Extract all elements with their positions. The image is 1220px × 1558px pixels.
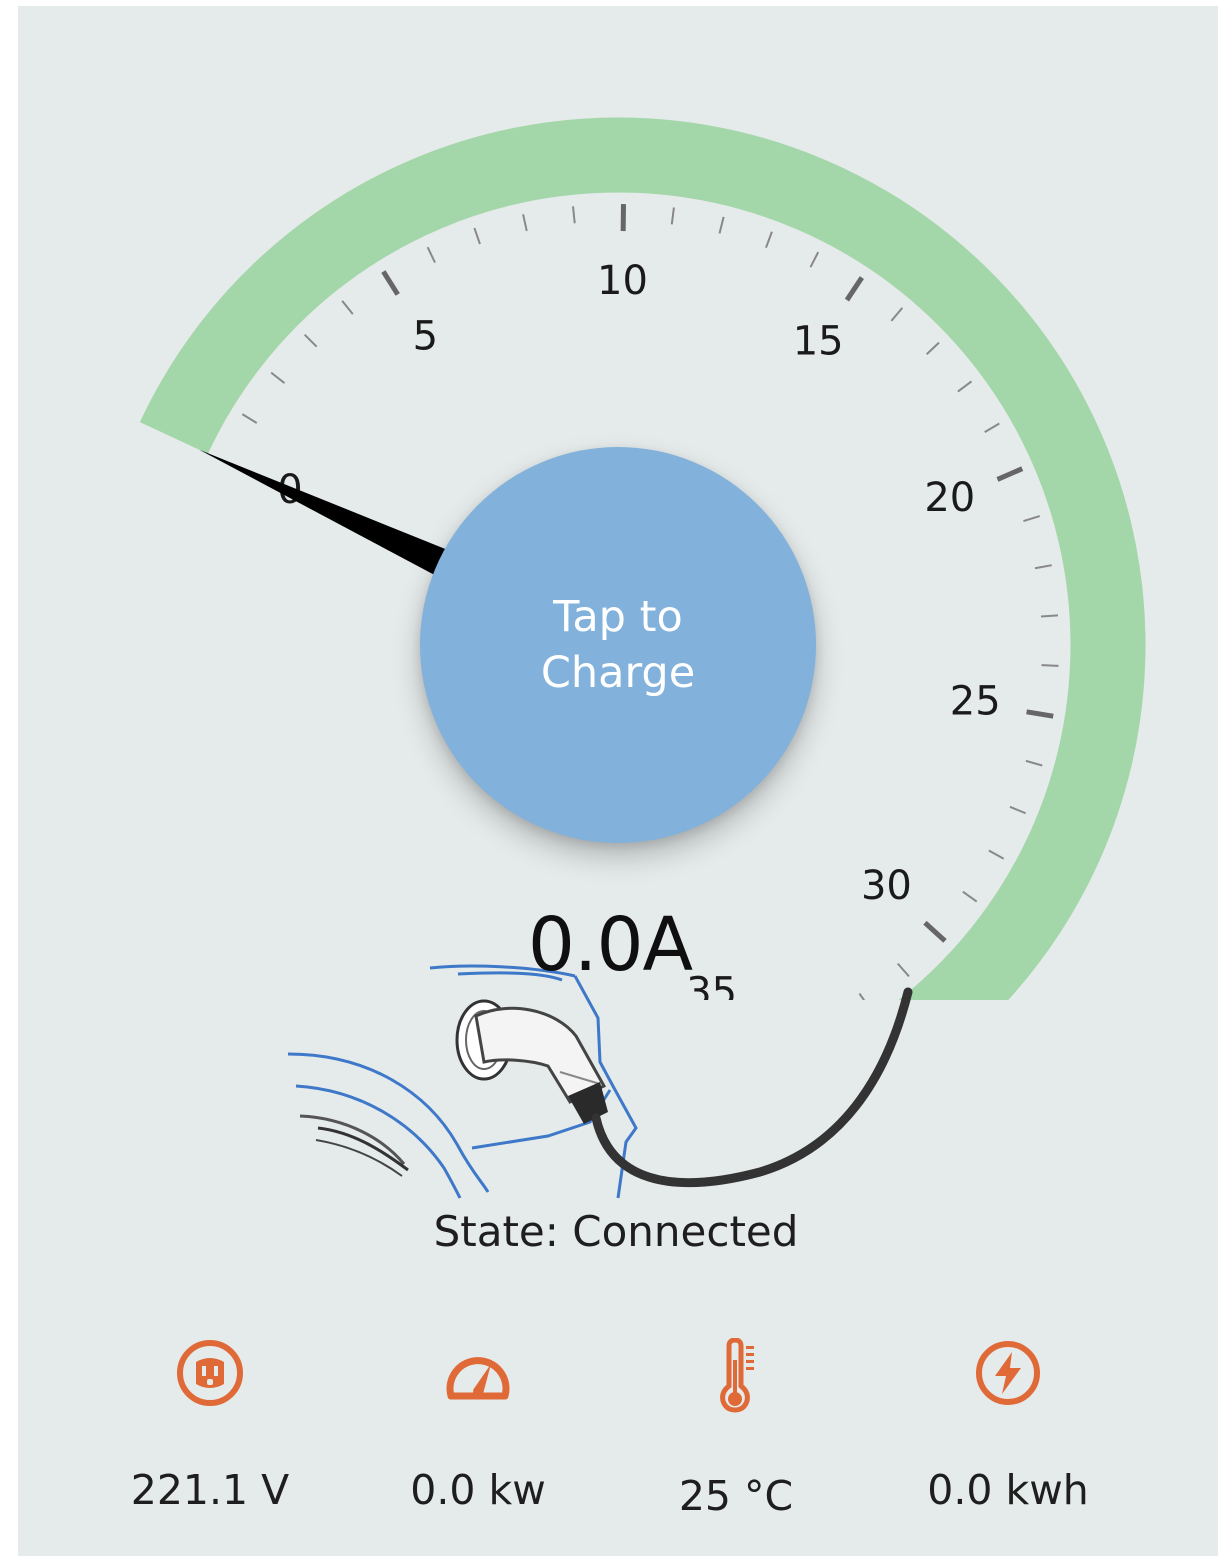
charging-state: State: Connected	[433, 1207, 799, 1256]
current-readout: 0.0A	[527, 902, 693, 988]
power-stat: 0.0 kw	[348, 1338, 608, 1514]
power-value: 0.0 kw	[410, 1466, 546, 1514]
temperature-value: 25 °C	[678, 1472, 794, 1520]
energy-value: 0.0 kwh	[927, 1466, 1089, 1514]
charge-button-line1: Tap to	[553, 592, 683, 642]
voltage-stat: 221.1 V	[80, 1338, 340, 1514]
thermometer-icon	[720, 1338, 754, 1413]
charge-button-line2: Charge	[540, 648, 696, 698]
tap-to-charge-button[interactable]: Tap to Charge	[420, 447, 816, 843]
temperature-stat: 25 °C	[606, 1338, 866, 1520]
outlet-icon	[177, 1340, 243, 1406]
voltage-value: 221.1 V	[130, 1466, 290, 1514]
speedometer-icon	[446, 1357, 510, 1400]
lightning-bolt-icon	[976, 1341, 1040, 1405]
energy-stat: 0.0 kwh	[878, 1338, 1138, 1514]
